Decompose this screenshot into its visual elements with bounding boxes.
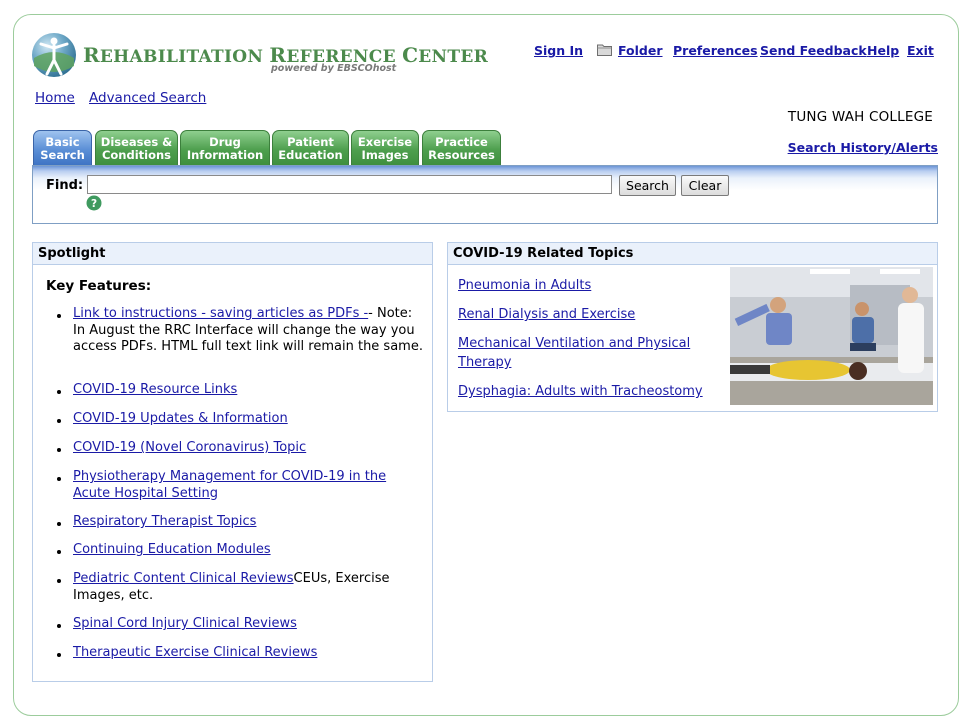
list-item: COVID-19 Updates & Information <box>73 411 423 428</box>
tab-basic-search[interactable]: Basic Search <box>33 130 92 165</box>
spinal-cord-injury-link[interactable]: Spinal Cord Injury Clinical Reviews <box>73 616 297 631</box>
bullet <box>57 653 61 657</box>
list-item: Respiratory Therapist Topics <box>73 514 423 531</box>
spotlight-title: Spotlight <box>33 243 432 265</box>
tab-diseases-conditions[interactable]: Diseases & Conditions <box>95 130 178 165</box>
tab-patient-education[interactable]: Patient Education <box>272 130 349 165</box>
saving-pdfs-instructions-link[interactable]: Link to instructions - saving articles a… <box>73 306 368 321</box>
renal-dialysis-link[interactable]: Renal Dialysis and Exercise <box>458 305 718 324</box>
list-item: Therapeutic Exercise Clinical Reviews <box>73 645 423 662</box>
find-label: Find: <box>46 178 84 193</box>
clear-button[interactable]: Clear <box>681 175 729 196</box>
help-question-icon[interactable]: ? <box>86 195 102 211</box>
list-item: Spinal Cord Injury Clinical Reviews <box>73 616 423 633</box>
therapeutic-exercise-link[interactable]: Therapeutic Exercise Clinical Reviews <box>73 645 317 660</box>
pediatric-content-link[interactable]: Pediatric Content Clinical Reviews <box>73 571 294 586</box>
covid-resource-links-link[interactable]: COVID-19 Resource Links <box>73 382 237 397</box>
bullet <box>57 624 61 628</box>
search-button[interactable]: Search <box>619 175 676 196</box>
bullet <box>57 550 61 554</box>
continuing-education-link[interactable]: Continuing Education Modules <box>73 542 271 557</box>
exit-link[interactable]: Exit <box>907 43 934 58</box>
pneumonia-link[interactable]: Pneumonia in Adults <box>458 276 718 295</box>
preferences-link[interactable]: Preferences <box>673 43 758 58</box>
send-feedback-link[interactable]: Send Feedback <box>760 43 867 58</box>
home-link[interactable]: Home <box>35 90 75 106</box>
bullet <box>57 522 61 526</box>
dysphagia-link[interactable]: Dysphagia: Adults with Tracheostomy <box>458 382 718 401</box>
advanced-search-link[interactable]: Advanced Search <box>89 90 206 106</box>
institution-name: TUNG WAH COLLEGE <box>787 109 933 125</box>
therapy-photo <box>730 267 933 405</box>
mechanical-ventilation-link[interactable]: Mechanical Ventilation and Physical Ther… <box>458 334 718 372</box>
svg-text:?: ? <box>91 198 97 210</box>
covid-topics-title: COVID-19 Related Topics <box>448 243 937 265</box>
tab-practice-resources[interactable]: Practice Resources <box>422 130 501 165</box>
bullet <box>57 477 61 481</box>
bullet <box>57 419 61 423</box>
list-item: Pediatric Content Clinical ReviewsCEUs, … <box>73 571 390 603</box>
logo-powered-by: powered by EBSCOhost <box>271 63 397 74</box>
find-input[interactable] <box>87 175 612 194</box>
list-item: COVID-19 Resource Links <box>73 382 423 399</box>
list-item: Continuing Education Modules <box>73 542 423 559</box>
bullet <box>57 314 61 318</box>
rrc-logo[interactable]: REHABILITATION REFERENCE CENTER powered … <box>31 32 488 80</box>
help-link[interactable]: Help <box>867 43 899 58</box>
list-item: COVID-19 (Novel Coronavirus) Topic <box>73 440 423 457</box>
search-bar <box>32 165 938 224</box>
bullet <box>57 448 61 452</box>
sign-in-link[interactable]: Sign In <box>534 43 583 58</box>
list-item: Link to instructions - saving articles a… <box>73 306 423 354</box>
tab-drug-information[interactable]: Drug Information <box>180 130 270 165</box>
folder-link[interactable]: Folder <box>618 43 663 58</box>
bullet <box>57 579 61 583</box>
folder-icon <box>597 44 612 56</box>
covid-topic-link[interactable]: COVID-19 (Novel Coronavirus) Topic <box>73 440 306 455</box>
search-history-alerts-link[interactable]: Search History/Alerts <box>788 140 938 155</box>
covid-updates-link[interactable]: COVID-19 Updates & Information <box>73 411 288 426</box>
list-item: Physiotherapy Management for COVID-19 in… <box>73 469 423 502</box>
physiotherapy-covid-link[interactable]: Physiotherapy Management for COVID-19 in… <box>73 469 386 501</box>
key-features-heading: Key Features: <box>46 278 152 294</box>
bullet <box>57 390 61 394</box>
globe-figure-icon <box>32 33 76 77</box>
tab-exercise-images[interactable]: Exercise Images <box>351 130 419 165</box>
respiratory-therapist-topics-link[interactable]: Respiratory Therapist Topics <box>73 514 256 529</box>
